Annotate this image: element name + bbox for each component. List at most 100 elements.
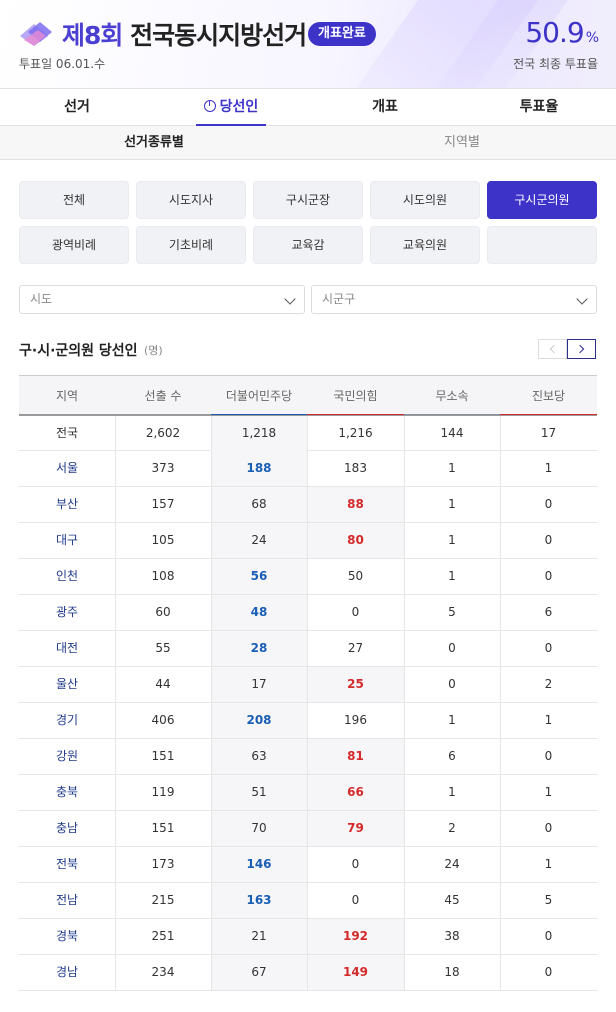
table-header: 지역 선출 수 더불어민주당 국민의힘 무소속 진보당 [19,375,597,416]
cell-progressive: 5 [544,893,553,907]
cell-dem: 51 [211,775,307,810]
province-select[interactable]: 시도 [19,285,305,314]
tab-label: 당선인 [219,99,259,115]
filter-metro-proportional[interactable]: 광역비례 [19,226,129,264]
cell-ppp: 183 [344,461,367,475]
cell-region[interactable]: 충북 [19,775,115,810]
header-label: 무소속 [435,389,469,403]
column-divider [404,775,405,810]
column-divider [404,919,405,954]
table-row: 울산 44 17 25 0 2 [19,667,597,703]
cell-progressive: 0 [544,929,553,943]
filter-empty [487,226,597,264]
column-divider [115,883,116,918]
column-divider [115,631,116,666]
column-divider [211,703,212,738]
cell-progressive: 0 [544,749,553,763]
table-row: 충남 151 70 79 2 0 [19,811,597,847]
election-logo-icon [20,22,52,46]
filter-basic-proportional[interactable]: 기초비례 [136,226,246,264]
page-title: 제8회 전국동시지방선거 [62,16,307,52]
column-divider [211,631,212,666]
turnout-unit: % [585,30,599,46]
cell-independent: 5 [448,605,456,619]
subtab-by-region[interactable]: 지역별 [308,126,616,159]
cell-region[interactable]: 경기 [19,703,115,738]
column-divider [307,416,308,450]
tab-election[interactable]: 선거 [0,89,154,126]
cell-dem: 17 [211,667,307,702]
cell-dem: 21 [211,919,307,954]
cell-ppp: 80 [307,523,404,558]
cell-dem: 24 [211,523,307,558]
table-row: 경남 234 67 149 18 0 [19,955,597,991]
column-divider [404,739,405,774]
cell-independent: 24 [444,857,460,871]
vote-date: 투표일 06.01.수 [19,57,106,71]
turnout-value: 50.9 [525,16,584,49]
cell-region[interactable]: 전북 [19,847,115,882]
table-row: 충북 119 51 66 1 1 [19,775,597,811]
turnout-rate: 50.9% [525,16,599,49]
cell-independent: 1 [448,533,456,547]
subtab-by-type[interactable]: 선거종류별 [0,126,308,159]
column-divider [211,416,212,450]
cell-region[interactable]: 울산 [19,667,115,702]
tab-winners[interactable]: 당선인 [154,89,308,126]
column-divider [115,487,116,522]
cell-region[interactable]: 부산 [19,487,115,522]
cell-region[interactable]: 대구 [19,523,115,558]
filter-superintendent[interactable]: 교육감 [253,226,363,264]
column-divider [115,595,116,630]
cell-progressive: 1 [544,857,553,871]
cell-dem: 1,218 [211,416,307,451]
column-divider [115,667,116,702]
prev-page-button[interactable] [538,339,567,359]
column-divider [211,811,212,846]
filter-education-council[interactable]: 교육의원 [370,226,480,264]
column-divider [115,451,116,486]
cell-region[interactable]: 광주 [19,595,115,630]
cell-progressive: 0 [544,569,553,583]
filter-district-council[interactable]: 구시군의원 [487,181,597,219]
column-divider [115,523,116,558]
column-divider [307,811,308,846]
cell-region[interactable]: 인천 [19,559,115,594]
turnout-label: 전국 최종 투표율 [513,57,598,71]
cell-region[interactable]: 경북 [19,919,115,954]
column-divider [211,559,212,594]
tab-counting[interactable]: 개표 [308,89,462,126]
next-page-button[interactable] [567,339,596,359]
column-divider [115,955,116,990]
table-row: 전북 173 146 0 24 1 [19,847,597,883]
main-tabs: 선거 당선인 개표 투표율 [0,88,616,126]
header-dem: 더불어민주당 [211,376,307,416]
cell-independent: 6 [448,749,456,763]
header-label: 선출 수 [144,389,182,403]
cell-region[interactable]: 강원 [19,739,115,774]
cell-region[interactable]: 충남 [19,811,115,846]
column-divider [307,667,308,702]
cell-region[interactable]: 경남 [19,955,115,990]
filter-district-head[interactable]: 구시군장 [253,181,363,219]
column-divider [307,631,308,666]
filter-all[interactable]: 전체 [19,181,129,219]
filter-provincial-council[interactable]: 시도의원 [370,181,480,219]
column-divider [211,955,212,990]
table-row: 광주 60 48 0 5 6 [19,595,597,631]
cell-region[interactable]: 대전 [19,631,115,666]
cell-region[interactable]: 전남 [19,883,115,918]
cell-region[interactable]: 서울 [19,451,115,486]
cell-ppp: 0 [351,893,360,907]
table-row: 서울 373 188 183 1 1 [19,451,597,487]
cell-elected: 251 [151,929,175,943]
cell-progressive: 1 [544,785,553,799]
cell-dem: 188 [211,451,307,486]
winner-icon [203,100,216,112]
cell-ppp: 25 [307,667,404,702]
sub-tabs: 선거종류별 지역별 [0,126,616,160]
district-select[interactable]: 시군구 [311,285,597,314]
table-row: 대전 55 28 27 0 0 [19,631,597,667]
tab-turnout[interactable]: 투표율 [462,89,616,126]
filter-governor[interactable]: 시도지사 [136,181,246,219]
